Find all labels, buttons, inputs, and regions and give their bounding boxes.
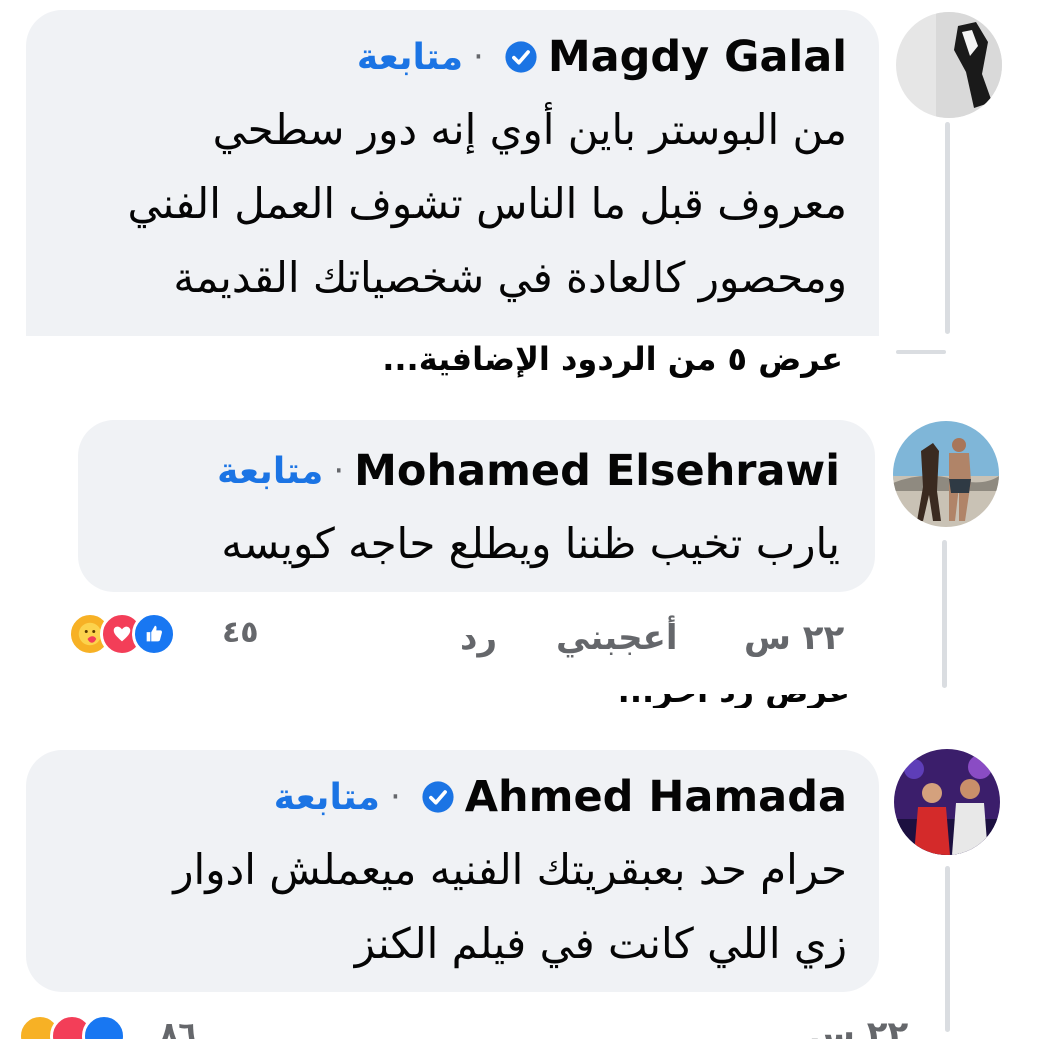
author-name[interactable]: Magdy Galal <box>548 32 847 82</box>
truncated-more-replies[interactable]: عرض رد آخر... <box>600 694 850 708</box>
avatar-magdy-galal[interactable] <box>896 12 1002 118</box>
thread-line <box>942 540 947 688</box>
reaction-count[interactable]: ٨٦ <box>160 1016 197 1039</box>
follow-link[interactable]: متابعة <box>357 37 463 78</box>
comment-header: متابعة · Magdy Galal <box>357 32 847 82</box>
thread-line <box>945 866 950 1032</box>
follow-link[interactable]: متابعة <box>274 777 380 818</box>
cut-off-action-row: ٢٢ س ٨٦ <box>0 1014 1039 1039</box>
comment-text-line: من البوستر باين أوي إنه دور سطحي <box>212 105 847 154</box>
comment-text-line: معروف قبل ما الناس تشوف العمل الفني <box>127 179 847 228</box>
verified-badge-icon <box>505 41 537 73</box>
view-more-replies-link[interactable]: عرض ٥ من الردود الإضافية... <box>382 340 843 378</box>
like-button[interactable]: أعجبني <box>556 618 678 658</box>
comment-text-line: ومحصور كالعادة في شخصياتك القديمة <box>173 253 847 302</box>
reaction-icons[interactable] <box>68 612 176 656</box>
reaction-count[interactable]: ٤٥ <box>222 615 259 650</box>
separator-dot: · <box>333 451 345 491</box>
comment-text-line: زي اللي كانت في فيلم الكنز <box>354 919 847 968</box>
separator-dot: · <box>473 37 484 77</box>
reply-button[interactable]: رد <box>460 618 497 658</box>
separator-dot: · <box>389 777 401 817</box>
thread-line <box>945 122 950 334</box>
comment-header: متابعة · Mohamed Elsehrawi <box>217 446 840 496</box>
comment-timestamp[interactable]: ٢٢ س <box>744 618 844 658</box>
follow-link[interactable]: متابعة <box>217 451 323 492</box>
author-name[interactable]: Mohamed Elsehrawi <box>354 446 840 496</box>
avatar-mohamed-elsehrawi[interactable] <box>893 421 999 527</box>
reaction-icons[interactable] <box>18 1014 126 1039</box>
comment-text-line: حرام حد بعبقريتك الفنيه ميعملش ادوار <box>173 845 847 894</box>
like-reaction-icon <box>132 612 176 656</box>
thread-line <box>896 350 946 354</box>
avatar-ahmed-hamada[interactable] <box>894 749 1000 855</box>
comment-timestamp[interactable]: ٢٢ س <box>808 1014 908 1039</box>
verified-badge-icon <box>422 781 454 813</box>
author-name[interactable]: Ahmed Hamada <box>465 772 847 822</box>
like-reaction-icon <box>82 1014 126 1039</box>
comment-header: متابعة · Ahmed Hamada <box>274 772 847 822</box>
comment-text-line: يارب تخيب ظننا ويطلع حاجه كويسه <box>221 519 840 568</box>
